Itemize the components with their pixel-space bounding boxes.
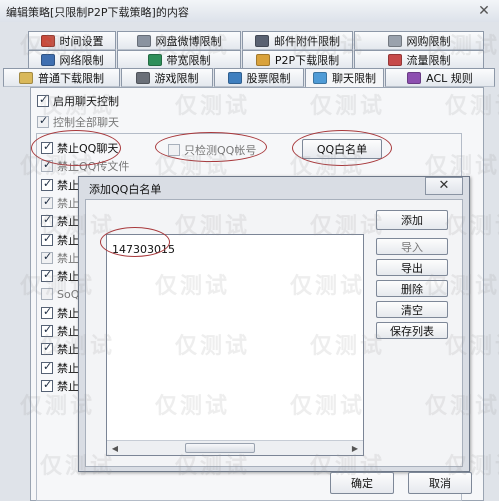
- control-all-chat-checkbox[interactable]: 控制全部聊天: [37, 114, 119, 130]
- window-title-bar: 编辑策略[只限制P2P下载策略]的内容 ✕: [0, 0, 499, 22]
- p2p-icon: [255, 53, 270, 66]
- mail-icon: [255, 34, 269, 47]
- checkbox-box: [41, 195, 53, 209]
- tab-label: 普通下载限制: [38, 71, 104, 85]
- tab-row2-2[interactable]: P2P下载限制: [242, 50, 353, 69]
- list-item[interactable]: 147303015: [112, 243, 175, 256]
- tab-row2-1[interactable]: 带宽限制: [117, 50, 241, 69]
- save-list-button[interactable]: 保存列表: [376, 322, 448, 339]
- cloud-disk-icon: [136, 34, 151, 47]
- tab-label: ACL 规则: [426, 71, 473, 85]
- tab-label: 时间设置: [59, 34, 104, 48]
- tab-row3-4[interactable]: ACL 规则: [385, 68, 495, 87]
- tab-row1-1[interactable]: 网盘微博限制: [117, 31, 241, 50]
- chat-item-checkbox[interactable]: 禁止QQ聊天: [41, 140, 118, 156]
- traffic-icon: [387, 53, 402, 66]
- delete-button[interactable]: 删除: [376, 280, 448, 297]
- chat-item-label: 禁止QQ传文件: [57, 160, 130, 174]
- chat-icon: [313, 72, 327, 84]
- tab-row1-0[interactable]: 时间设置: [28, 31, 116, 50]
- tab-row3-3[interactable]: 聊天限制: [305, 68, 384, 88]
- checkbox-box: [41, 140, 53, 154]
- tab-row2-0[interactable]: 网络限制: [28, 50, 116, 69]
- network-icon: [40, 53, 55, 66]
- tab-label: 邮件附件限制: [274, 34, 340, 48]
- checkbox-box: [41, 158, 53, 173]
- clear-button[interactable]: 清空: [376, 301, 448, 318]
- horizontal-scrollbar[interactable]: ◀ ▶: [107, 440, 363, 455]
- checkbox-box: [41, 232, 53, 246]
- checkbox-box: [41, 360, 53, 374]
- tab-label: 流量限制: [406, 53, 451, 67]
- dialog-title: 添加QQ白名单: [89, 183, 162, 196]
- enable-chat-control-checkbox[interactable]: 启用聊天控制: [37, 93, 119, 109]
- tab-label: 网盘微博限制: [155, 34, 222, 48]
- scroll-left-icon[interactable]: ◀: [109, 443, 121, 454]
- chat-item-label: 禁止QQ聊天: [57, 142, 119, 155]
- tab-row1-2[interactable]: 邮件附件限制: [242, 31, 353, 50]
- checkbox-box: [37, 93, 49, 107]
- whitelist-listbox[interactable]: 147303015 ◀ ▶: [106, 234, 364, 456]
- chat-item-checkbox[interactable]: 禁止QQ传文件: [41, 158, 129, 174]
- checkbox-box: [41, 177, 53, 191]
- qq-whitelist-button[interactable]: QQ白名单: [302, 139, 382, 159]
- checkbox-box: [41, 268, 53, 283]
- scrollbar-thumb[interactable]: [185, 443, 255, 453]
- download-icon: [19, 71, 33, 84]
- bandwidth-icon: [147, 53, 162, 66]
- ok-button[interactable]: 确定: [330, 472, 394, 494]
- checkbox-box: [41, 288, 53, 301]
- only-detect-qq-checkbox[interactable]: 只检测QQ帐号: [168, 142, 256, 158]
- tab-label: 网购限制: [406, 34, 451, 48]
- checkbox-box: [41, 341, 53, 356]
- dialog-body: 147303015 ◀ ▶ 添加 导入 导出 删除 清空 保存列表: [85, 199, 463, 467]
- tab-label: 股票限制: [246, 71, 291, 85]
- window-title: 编辑策略[只限制P2P下载策略]的内容: [6, 6, 189, 19]
- tab-row2-3[interactable]: 流量限制: [354, 50, 484, 69]
- checkbox-box: [41, 323, 53, 337]
- checkbox-box: [168, 144, 180, 156]
- checkbox-box: [41, 305, 53, 319]
- clock-icon: [40, 34, 55, 47]
- close-icon[interactable]: ✕: [475, 2, 493, 20]
- add-button[interactable]: 添加: [376, 210, 448, 230]
- acl-icon: [407, 71, 422, 84]
- shopping-icon: [387, 34, 402, 47]
- tab-label: 带宽限制: [166, 53, 211, 67]
- checkbox-box: [41, 250, 53, 264]
- tab-label: 聊天限制: [332, 72, 376, 85]
- enable-chat-control-label: 启用聊天控制: [53, 95, 119, 108]
- tab-row1-3[interactable]: 网购限制: [354, 31, 484, 50]
- tab-label: P2P下载限制: [274, 53, 340, 67]
- tab-row3-2[interactable]: 股票限制: [214, 68, 304, 87]
- only-detect-qq-label: 只检测QQ帐号: [184, 144, 257, 157]
- tab-row3-1[interactable]: 游戏限制: [121, 68, 213, 87]
- dialog-close-button[interactable]: ✕: [425, 177, 463, 195]
- tab-row3-0[interactable]: 普通下载限制: [3, 68, 120, 87]
- checkbox-box: [37, 114, 49, 128]
- scroll-right-icon[interactable]: ▶: [349, 443, 361, 454]
- checkbox-box: [41, 378, 53, 392]
- cancel-button[interactable]: 取消: [408, 472, 472, 494]
- import-button[interactable]: 导入: [376, 238, 448, 255]
- stock-icon: [227, 71, 242, 84]
- export-button[interactable]: 导出: [376, 259, 448, 276]
- checkbox-box: [41, 213, 53, 228]
- game-icon: [135, 71, 150, 84]
- tab-label: 游戏限制: [154, 71, 199, 85]
- control-all-chat-label: 控制全部聊天: [53, 116, 119, 129]
- tab-label: 网络限制: [59, 53, 104, 67]
- add-qq-whitelist-dialog: 添加QQ白名单 ✕ 147303015 ◀ ▶ 添加 导入 导出 删除 清空 保…: [78, 176, 470, 472]
